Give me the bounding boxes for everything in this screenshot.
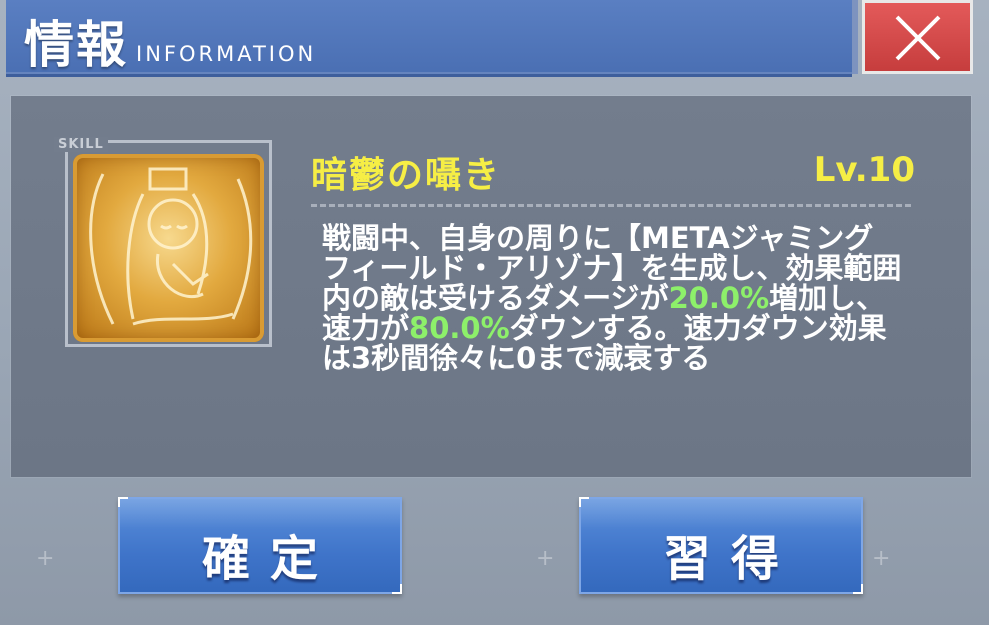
dialog-subtitle: INFORMATION bbox=[136, 42, 317, 66]
background-plus-mark: + bbox=[872, 546, 891, 571]
learn-button[interactable]: 習得 bbox=[579, 497, 863, 594]
close-button[interactable] bbox=[862, 0, 973, 74]
confirm-button-label: 確定 bbox=[201, 531, 338, 587]
skill-name: 暗鬱の囁き bbox=[311, 155, 502, 196]
learn-button-label: 習得 bbox=[662, 531, 799, 587]
speed-down-value: 80.0% bbox=[409, 311, 510, 345]
skill-info-panel: SKILL 暗鬱の囁き Lv.10 戦闘中、自身の周りに【METAジャミングフィ… bbox=[11, 96, 971, 477]
damage-increase-value: 20.0% bbox=[668, 281, 770, 315]
background-plus-mark: + bbox=[536, 546, 555, 571]
dialog-title: 情報 bbox=[24, 16, 128, 74]
skill-description: 戦闘中、自身の周りに【METAジャミングフィールド・アリゾナ】を生成し、効果範囲… bbox=[322, 223, 902, 373]
corner-mark bbox=[118, 497, 128, 507]
corner-mark bbox=[392, 584, 402, 594]
confirm-button[interactable]: 確定 bbox=[118, 497, 402, 594]
corner-mark bbox=[853, 584, 863, 594]
close-x-icon bbox=[895, 15, 941, 61]
skill-tag: SKILL bbox=[54, 137, 108, 152]
background-plus-mark: + bbox=[36, 546, 55, 571]
corner-mark bbox=[579, 497, 589, 507]
divider bbox=[311, 204, 911, 207]
dialog-header: 情報 INFORMATION bbox=[6, 0, 858, 77]
skill-portrait-icon bbox=[73, 154, 264, 342]
skill-level: Lv.10 bbox=[813, 150, 915, 190]
